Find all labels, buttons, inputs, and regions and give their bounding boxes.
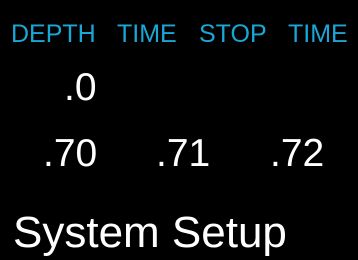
time-header-label: TIME	[117, 20, 177, 48]
depth-header-label: DEPTH	[11, 20, 96, 48]
depth-value: .0	[64, 66, 97, 109]
dive-computer-screen: DEPTH TIME STOP TIME .0 .70 .71 .72 Syst…	[0, 0, 358, 260]
reading-value-1: .70	[43, 132, 98, 175]
reading-value-3: .72	[270, 132, 325, 175]
header-row: DEPTH TIME STOP TIME	[0, 20, 358, 52]
stop-time-header-label: TIME	[288, 20, 348, 48]
system-setup-menu-item[interactable]: System Setup	[13, 208, 287, 258]
reading-value-2: .71	[156, 132, 211, 175]
stop-header-label: STOP	[199, 20, 267, 48]
